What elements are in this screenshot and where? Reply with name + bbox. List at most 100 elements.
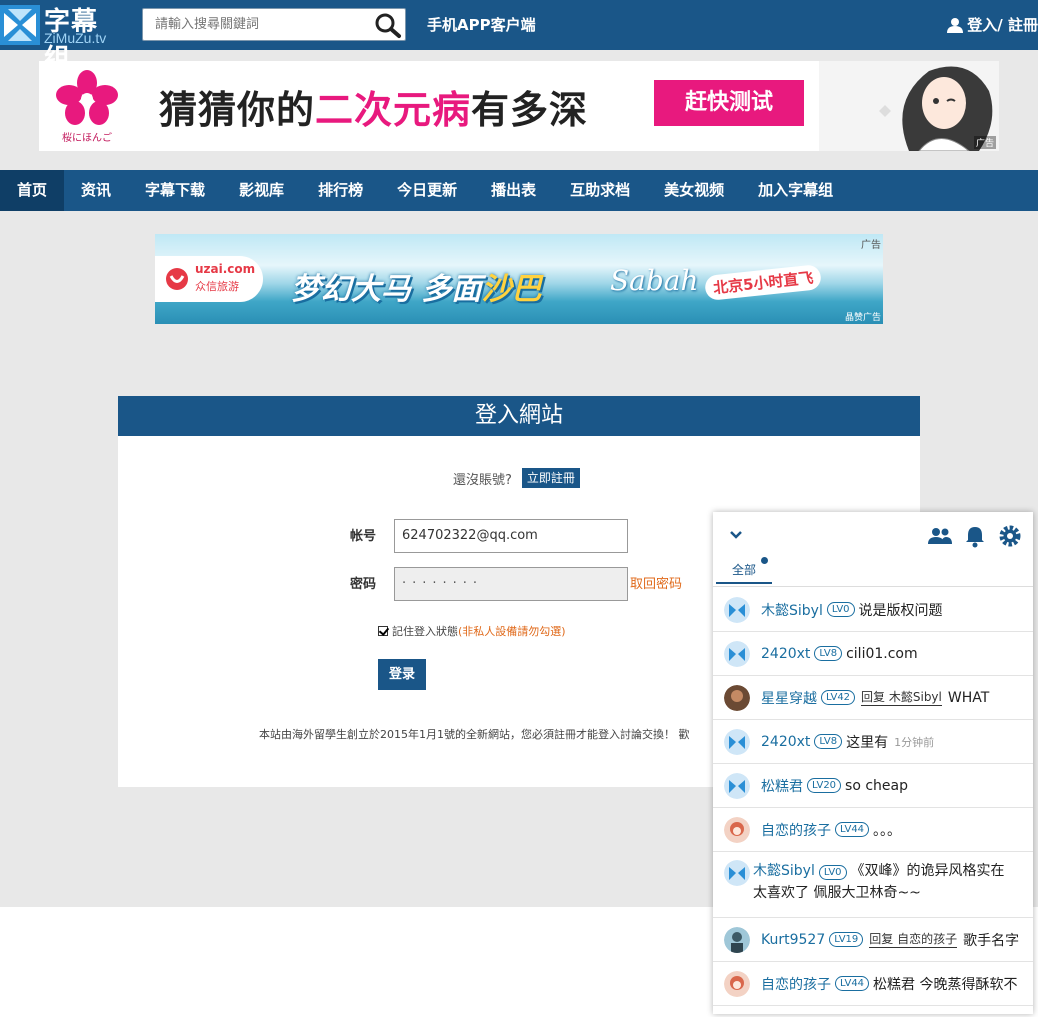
uzai-brand-cn: 众信旅游 xyxy=(195,280,239,293)
uzai-logo-icon xyxy=(166,268,188,290)
forgot-password-link[interactable]: 取回密码 xyxy=(630,573,682,592)
reply-tag[interactable]: 回复 木懿Sibyl xyxy=(861,689,942,706)
message-text: WHAT xyxy=(947,689,990,706)
uzai-brand-en: uzai.com xyxy=(195,262,256,276)
account-label: 帐号 xyxy=(350,529,377,544)
avatar[interactable] xyxy=(724,970,750,997)
message-text: 。。。 xyxy=(873,822,902,839)
search-icon[interactable] xyxy=(373,11,403,39)
uzai-logo: uzai.com 众信旅游 xyxy=(155,256,263,302)
message-text: cili01.com xyxy=(846,645,918,662)
message-username[interactable]: Kurt9527 xyxy=(761,932,825,948)
message-username[interactable]: 自恋的孩子 xyxy=(761,974,831,994)
message-body: 2420xt LV8 cili01.com xyxy=(761,646,918,662)
message-body: 松糕君 LV20 so cheap xyxy=(761,776,908,796)
nav-item-ranking[interactable]: 排行榜 xyxy=(301,170,380,211)
nav-item-schedule[interactable]: 播出表 xyxy=(474,170,553,211)
message-text: 松糕君 今晚蒸得酥软不 xyxy=(873,976,1018,993)
chat-message: 木懿Sibyl LV0 《双峰》的诡异风格实在太喜欢了 佩服大卫林奇~~ xyxy=(713,852,1033,918)
message-username[interactable]: 木懿Sibyl xyxy=(761,600,823,620)
login-submit-button[interactable]: 登录 xyxy=(378,659,426,690)
avatar[interactable] xyxy=(724,926,750,953)
gear-icon[interactable] xyxy=(998,524,1022,548)
nav-item-news[interactable]: 资讯 xyxy=(64,170,128,211)
headline-part-3: 有多深 xyxy=(471,87,589,132)
message-body: 木懿Sibyl LV0 《双峰》的诡异风格实在太喜欢了 佩服大卫林奇~~ xyxy=(753,860,1018,904)
travel-script-text: Sabah xyxy=(610,264,699,297)
login-register-link[interactable]: 登入/ 註冊 xyxy=(947,14,1038,35)
ad-label: 广告 xyxy=(973,136,996,149)
top-banner-ad[interactable]: 桜にほんご 猜猜你的二次元病有多深 赶快测试 广告 xyxy=(39,61,999,151)
travel-headline-part-1: 梦幻大马 多面 xyxy=(291,272,482,307)
banner-test-button[interactable]: 赶快测试 xyxy=(654,80,804,126)
nav-item-requests[interactable]: 互助求档 xyxy=(553,170,647,211)
register-prompt: 還沒賬號? 立即註冊 xyxy=(453,468,580,488)
nav-item-join[interactable]: 加入字幕组 xyxy=(741,170,850,211)
main-nav: 首页 资讯 字幕下载 影视库 排行榜 今日更新 播出表 互助求档 美女视频 加入… xyxy=(0,170,1038,211)
user-icon xyxy=(947,17,964,33)
unread-dot xyxy=(761,557,768,564)
users-icon[interactable] xyxy=(928,524,952,548)
nav-item-today[interactable]: 今日更新 xyxy=(380,170,474,211)
account-input[interactable]: 624702322@qq.com xyxy=(394,519,628,553)
message-text: 歌手名字 xyxy=(963,932,1020,949)
mobile-app-link[interactable]: 手机APP客户端 xyxy=(427,14,536,35)
chat-message: 星星穿越 LV42 回复 木懿Sibyl WHAT xyxy=(713,676,1033,720)
avatar[interactable] xyxy=(724,728,750,755)
avatar[interactable] xyxy=(724,684,750,711)
message-time: 1分钟前 xyxy=(894,735,935,749)
chat-message-list: 木懿Sibyl LV0 说是版权问题 2420xt LV8 cili01.com… xyxy=(713,588,1033,1006)
level-badge: LV0 xyxy=(826,602,855,617)
sakura-icon xyxy=(56,70,118,125)
reply-tag[interactable]: 回复 自恋的孩子 xyxy=(869,931,958,948)
register-button[interactable]: 立即註冊 xyxy=(521,468,580,488)
level-badge: LV42 xyxy=(821,690,856,705)
message-body: 自恋的孩子 LV44 松糕君 今晚蒸得酥软不 xyxy=(761,974,1018,994)
travel-banner-ad[interactable]: uzai.com 众信旅游 梦幻大马 多面沙巴 Sabah 北京5小时直飞 广告… xyxy=(155,234,883,324)
search-input[interactable] xyxy=(143,9,371,40)
search-box xyxy=(142,8,406,41)
password-input[interactable]: ········ xyxy=(394,567,628,601)
nav-item-videos[interactable]: 美女视频 xyxy=(647,170,741,211)
chat-message: 自恋的孩子 LV44 。。。 xyxy=(713,808,1033,852)
site-logo[interactable]: 字幕组 ZiMuZu.tv xyxy=(0,3,122,74)
headline-part-1: 猜猜你的 xyxy=(159,87,316,132)
no-account-text: 還沒賬號? xyxy=(453,472,512,488)
message-username[interactable]: 2420xt xyxy=(761,734,810,750)
chat-header: 全部 xyxy=(713,512,1033,587)
avatar[interactable] xyxy=(724,816,750,843)
message-username[interactable]: 2420xt xyxy=(761,646,810,662)
message-body: 星星穿越 LV42 回复 木懿Sibyl WHAT xyxy=(761,688,989,708)
login-register-label: 登入/ 註冊 xyxy=(967,16,1038,34)
chat-message: 2420xt LV8 cili01.com xyxy=(713,632,1033,676)
avatar[interactable] xyxy=(724,772,750,799)
message-username[interactable]: 松糕君 xyxy=(761,776,803,796)
avatar[interactable] xyxy=(724,640,750,667)
nav-item-subtitles[interactable]: 字幕下载 xyxy=(128,170,222,211)
banner-brand-name: 桜にほんご xyxy=(62,133,112,144)
message-body: 自恋的孩子 LV44 。。。 xyxy=(761,820,901,840)
chat-message: 2420xt LV8 这里有 1分钟前 xyxy=(713,720,1033,764)
remember-checkbox[interactable] xyxy=(378,626,388,636)
remember-warning: (非私人設備請勿勾選) xyxy=(458,625,566,638)
message-text: 说是版权问题 xyxy=(858,602,943,619)
message-username[interactable]: 木懿Sibyl xyxy=(753,863,815,879)
message-text: 这里有 xyxy=(846,734,889,751)
nav-item-home[interactable]: 首页 xyxy=(0,170,65,211)
remember-me[interactable]: 記住登入狀態 (非私人設備請勿勾選) xyxy=(378,623,566,639)
chat-message: Kurt9527 LV19 回复 自恋的孩子 歌手名字 xyxy=(713,918,1033,962)
top-bar: 字幕组 ZiMuZu.tv 手机APP客户端 登入/ 註冊 xyxy=(0,0,1038,74)
message-username[interactable]: 星星穿越 xyxy=(761,688,817,708)
password-label: 密码 xyxy=(350,577,377,592)
site-notice: 本站由海外留學生創立於2015年1月1號的全新網站，您必須註冊才能登入討論交換！… xyxy=(259,728,690,741)
level-badge: LV19 xyxy=(829,932,864,947)
message-body: Kurt9527 LV19 回复 自恋的孩子 歌手名字 xyxy=(761,930,1019,950)
message-text: so cheap xyxy=(845,777,909,794)
avatar[interactable] xyxy=(724,596,750,623)
avatar[interactable] xyxy=(724,860,750,886)
nav-item-library[interactable]: 影视库 xyxy=(222,170,301,211)
bell-icon[interactable] xyxy=(963,524,987,548)
chevron-down-icon[interactable] xyxy=(727,526,745,544)
travel-headline-part-2: 沙巴 xyxy=(481,272,542,307)
message-username[interactable]: 自恋的孩子 xyxy=(761,820,831,840)
